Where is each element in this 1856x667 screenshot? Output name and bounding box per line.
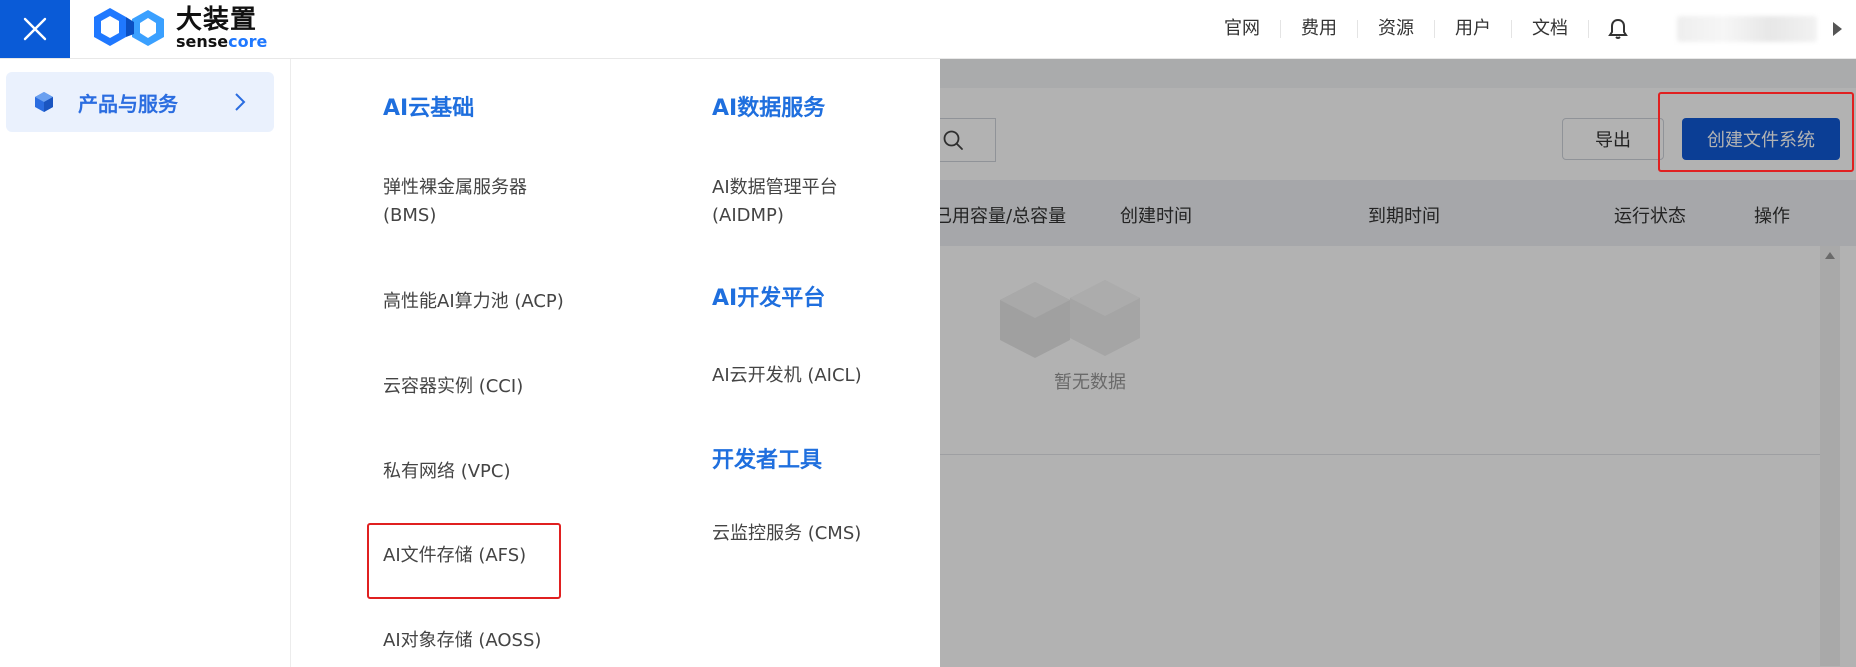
close-menu-button[interactable] [0,0,70,58]
highlight-box-afs [367,523,561,599]
nav-official-site[interactable]: 官网 [1204,20,1281,38]
top-nav: 官网 费用 资源 用户 文档 [1204,0,1856,58]
bell-icon [1608,18,1628,39]
category-ai-cloud-basic: AI云基础 [383,96,475,121]
category-developer-tools: 开发者工具 [712,448,823,473]
notifications-button[interactable] [1589,17,1647,41]
nav-docs[interactable]: 文档 [1512,20,1589,38]
menu-item-bms[interactable]: 弹性裸金属服务器 (BMS) [383,174,527,230]
category-ai-data-service: AI数据服务 [712,96,826,121]
expand-arrow-icon[interactable] [1833,22,1842,36]
logo-icon [94,8,164,46]
close-icon [23,17,47,41]
brand-en-part2: core [228,32,268,51]
nav-billing[interactable]: 费用 [1281,20,1358,38]
menu-item-aoss[interactable]: AI对象存储 (AOSS) [383,627,541,655]
brand-en-part1: sense [176,32,229,51]
menu-item-vpc[interactable]: 私有网络 (VPC) [383,458,511,486]
cube-icon [35,92,53,112]
logo[interactable]: 大装置 sensecore [92,6,267,50]
menu-item-cci[interactable]: 云容器实例 (CCI) [383,373,523,401]
nav-resources[interactable]: 资源 [1358,20,1435,38]
menu-item-aidmp[interactable]: AI数据管理平台 (AIDMP) [712,174,838,230]
menu-item-acp[interactable]: 高性能AI算力池 (ACP) [383,288,564,316]
chevron-right-icon [235,93,246,111]
sidebar: 产品与服务 [0,58,291,667]
highlight-box-create [1658,92,1854,172]
category-ai-dev-platform: AI开发平台 [712,286,826,311]
nav-users[interactable]: 用户 [1435,20,1512,38]
menu-item-aicl[interactable]: AI云开发机 (AICL) [712,362,862,390]
menu-item-cms[interactable]: 云监控服务 (CMS) [712,520,861,548]
user-account-blurred[interactable] [1677,16,1817,42]
sidebar-item-label: 产品与服务 [78,91,178,116]
top-bar: 大装置 sensecore 官网 费用 资源 用户 文档 [0,0,1856,59]
sidebar-item-products[interactable]: 产品与服务 [6,72,274,132]
brand-english: sensecore [176,34,267,50]
brand-name: 大装置 [176,5,258,35]
